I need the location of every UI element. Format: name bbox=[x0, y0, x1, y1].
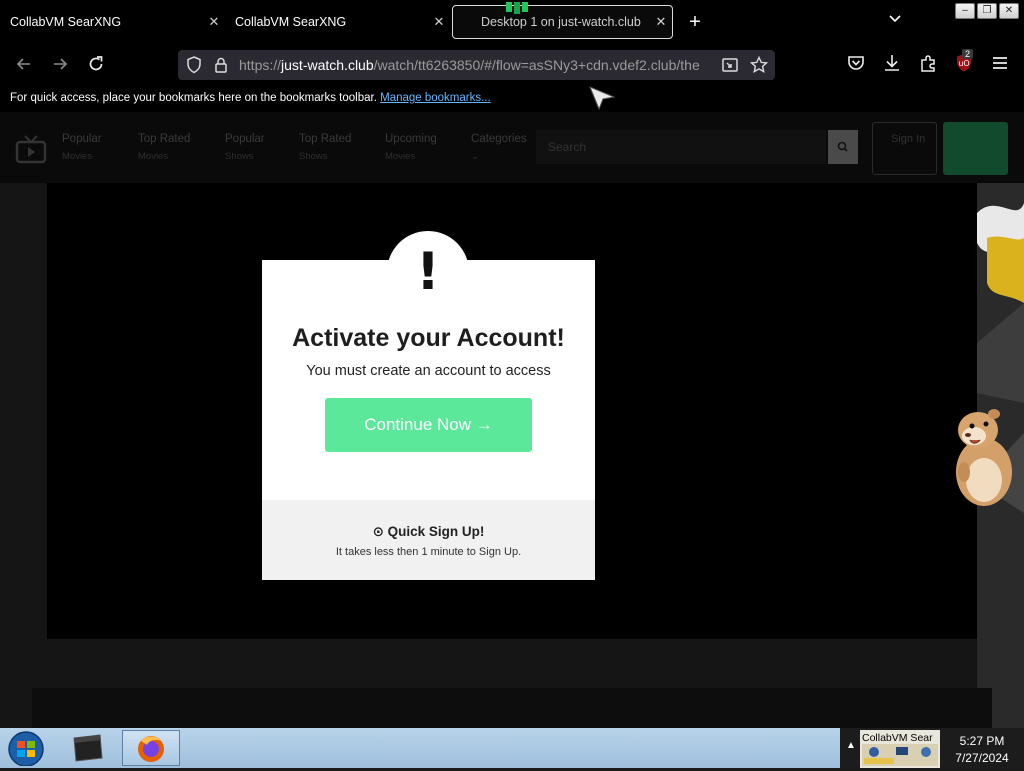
nav-top-rated-movies[interactable]: Top Rated Movies bbox=[138, 132, 190, 164]
taskbar: ▲ CollabVM Sear 5:27 PM 7/27/2024 bbox=[0, 728, 1024, 768]
modal-footer: ⊙ Quick Sign Up! It takes less then 1 mi… bbox=[262, 500, 595, 580]
url-bar[interactable]: https://just-watch.club/watch/tt6263850/… bbox=[178, 50, 775, 80]
menu-icon[interactable] bbox=[989, 52, 1011, 74]
tab-title: CollabVM SearXNG bbox=[235, 15, 347, 29]
nav-sub: Movies bbox=[385, 151, 416, 162]
window-controls: – ❐ ✕ bbox=[955, 3, 1021, 21]
site-search-input[interactable]: Search bbox=[536, 130, 826, 164]
taskbar-app-terminal[interactable] bbox=[56, 730, 120, 766]
forward-button[interactable] bbox=[48, 54, 72, 78]
collabvm-thumbnail[interactable]: CollabVM Sear bbox=[860, 730, 940, 768]
close-icon[interactable]: ✕ bbox=[650, 14, 672, 30]
url-prefix: https:// bbox=[239, 57, 282, 73]
nav-popular-movies[interactable]: Popular Movies bbox=[62, 132, 102, 164]
nav-label: Top Rated bbox=[138, 133, 191, 145]
terminal-icon bbox=[73, 734, 103, 762]
nav-sub: ⌄ bbox=[471, 151, 479, 162]
modal-title: Activate your Account! bbox=[292, 324, 565, 352]
thumbnail-preview bbox=[862, 744, 938, 766]
nav-sub: Shows bbox=[225, 151, 254, 162]
clock-time[interactable]: 5:27 PM bbox=[944, 734, 1020, 748]
hamster-image bbox=[956, 409, 1012, 506]
pocket-icon[interactable] bbox=[845, 52, 867, 74]
clock-date[interactable]: 7/27/2024 bbox=[944, 751, 1020, 765]
favicon-icon bbox=[506, 2, 528, 14]
restore-button[interactable]: ❐ bbox=[977, 3, 997, 19]
star-icon[interactable] bbox=[749, 55, 769, 75]
download-icon[interactable] bbox=[881, 52, 903, 74]
modal-subtitle: You must create an account to access bbox=[306, 363, 551, 379]
tab-title: Desktop 1 on just-watch.club bbox=[481, 15, 641, 29]
ublock-icon[interactable]: uO 2 bbox=[953, 49, 977, 76]
thumbnail-label: CollabVM Sear bbox=[862, 732, 933, 744]
url-text[interactable]: https://just-watch.club/watch/tt6263850/… bbox=[239, 57, 709, 73]
url-host: just-watch.club bbox=[281, 57, 374, 73]
bookmarks-message: For quick access, place your bookmarks h… bbox=[10, 92, 491, 104]
navigation-toolbar: https://just-watch.club/watch/tt6263850/… bbox=[0, 44, 1024, 86]
sign-up-button[interactable] bbox=[943, 122, 1008, 175]
nav-sub: Movies bbox=[138, 151, 169, 162]
system-tray: ▲ CollabVM Sear 5:27 PM 7/27/2024 bbox=[840, 728, 1024, 768]
quick-signup-title: ⊙ Quick Sign Up! bbox=[372, 524, 485, 539]
nav-label: Upcoming bbox=[385, 133, 437, 145]
tab-title: CollabVM SearXNG bbox=[10, 15, 122, 29]
continue-now-button[interactable]: Continue Now → bbox=[325, 398, 532, 452]
windows-logo-icon bbox=[8, 731, 44, 767]
reload-button[interactable] bbox=[84, 54, 108, 78]
start-button[interactable] bbox=[6, 730, 46, 767]
tab-strip: CollabVM SearXNG ✕ CollabVM SearXNG ✕ De… bbox=[0, 0, 1024, 44]
chevron-down-icon[interactable] bbox=[884, 11, 906, 33]
nav-label: Top Rated bbox=[299, 133, 352, 145]
new-tab-button[interactable]: + bbox=[683, 10, 707, 34]
bookmarks-toolbar: For quick access, place your bookmarks h… bbox=[0, 86, 1024, 112]
back-button[interactable] bbox=[12, 54, 36, 78]
tv-logo-icon[interactable] bbox=[15, 134, 47, 164]
close-icon[interactable]: ✕ bbox=[203, 14, 225, 30]
close-icon[interactable]: ✕ bbox=[428, 14, 450, 30]
lower-content-band bbox=[32, 688, 992, 728]
firefox-icon bbox=[138, 736, 164, 762]
modal-badge: ! bbox=[387, 231, 469, 313]
nav-sub: Movies bbox=[62, 151, 93, 162]
quick-signup-text: It takes less then 1 minute to Sign Up. bbox=[335, 546, 522, 558]
nav-top-rated-shows[interactable]: Top Rated Shows bbox=[299, 132, 351, 164]
sign-in-button[interactable]: Sign In bbox=[872, 122, 937, 175]
nav-categories[interactable]: Categories ⌄ bbox=[471, 132, 527, 164]
url-path: /watch/tt6263850/#/flow=asSNy3+cdn.vdef2… bbox=[373, 57, 700, 73]
nav-label: Popular bbox=[225, 133, 265, 145]
tab-just-watch[interactable]: Desktop 1 on just-watch.club ✕ bbox=[452, 2, 673, 39]
extension-badge: 2 bbox=[962, 49, 974, 59]
lock-icon[interactable] bbox=[211, 55, 231, 75]
nav-upcoming-movies[interactable]: Upcoming Movies bbox=[385, 132, 437, 164]
bookmarks-hint: For quick access, place your bookmarks h… bbox=[10, 92, 377, 104]
nav-sub: Shows bbox=[299, 151, 328, 162]
taskbar-app-firefox[interactable] bbox=[122, 730, 180, 766]
tab-collabvm-searxng-2[interactable]: CollabVM SearXNG ✕ bbox=[225, 5, 450, 39]
svg-text:uO: uO bbox=[958, 59, 969, 68]
minimize-button[interactable]: – bbox=[955, 3, 975, 19]
tray-expand-icon[interactable]: ▲ bbox=[846, 740, 856, 751]
exclamation-icon: ! bbox=[416, 242, 440, 302]
site-search-button[interactable] bbox=[828, 130, 858, 164]
nav-popular-shows[interactable]: Popular Shows bbox=[225, 132, 265, 164]
nav-label: Categories bbox=[471, 133, 527, 145]
shield-icon[interactable] bbox=[184, 55, 204, 75]
manage-bookmarks-link[interactable]: Manage bookmarks... bbox=[380, 92, 491, 104]
tab-collabvm-searxng-1[interactable]: CollabVM SearXNG ✕ bbox=[0, 5, 225, 39]
site-header: Popular Movies Top Rated Movies Popular Sho… bbox=[0, 112, 1024, 183]
close-window-button[interactable]: ✕ bbox=[999, 3, 1019, 19]
picture-in-picture-icon[interactable] bbox=[720, 55, 740, 75]
extensions-icon[interactable] bbox=[917, 52, 939, 74]
search-icon bbox=[837, 141, 848, 152]
nav-label: Popular bbox=[62, 133, 102, 145]
mouse-cursor-icon bbox=[589, 86, 616, 111]
